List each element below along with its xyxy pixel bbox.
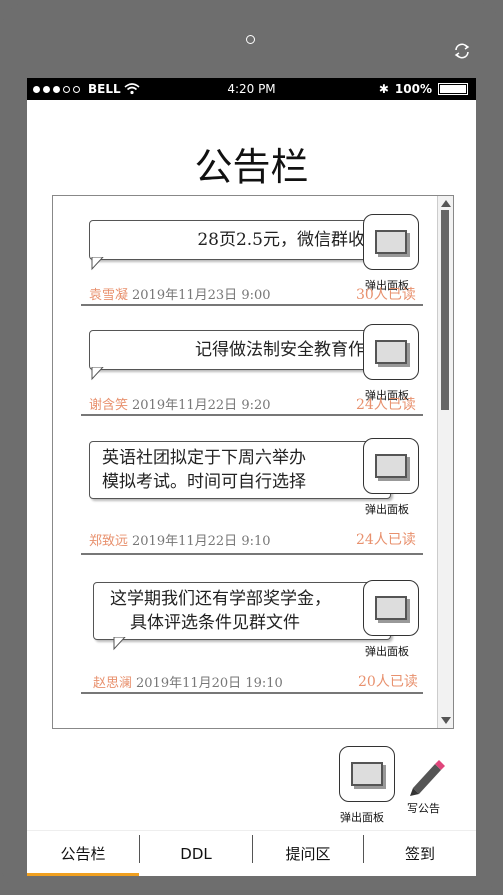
notice-meta: 袁雪凝 2019年11月23日 9:00	[89, 284, 271, 303]
divider	[81, 414, 423, 416]
notice-datetime: 2019年11月23日 9:00	[132, 288, 271, 303]
notice-list[interactable]: 28页2.5元，微信群收款 弹出面板 袁雪凝 2019年11月23日 9:00 3…	[52, 195, 454, 729]
notice-meta: 郑致远 2019年11月22日 9:10	[89, 530, 271, 549]
phone-frame: BELL 4:20 PM ✱ 100% 公告栏 28页2.5元，微信群收款 弹出…	[0, 0, 503, 895]
notice-bubble: 记得做法制安全教育作业	[89, 330, 391, 370]
author-name: 赵思澜	[93, 676, 133, 691]
bluetooth-icon: ✱	[378, 82, 389, 96]
popup-panel-button[interactable]	[363, 324, 419, 380]
tab-bar: 公告栏 DDL 提问区 签到	[27, 830, 476, 876]
battery-percent: 100%	[394, 82, 432, 96]
scrollbar[interactable]	[437, 196, 453, 728]
divider	[81, 553, 423, 555]
tab-questions[interactable]: 提问区	[253, 831, 363, 876]
panel-icon	[375, 454, 407, 478]
battery-icon	[438, 83, 468, 95]
bubble-tail	[113, 637, 126, 651]
page-title: 公告栏	[194, 145, 309, 189]
popup-panel-button[interactable]	[363, 438, 419, 494]
popup-panel-label: 弹出面板	[365, 645, 409, 658]
scroll-up-icon[interactable]	[441, 200, 451, 207]
bubble-tail	[91, 257, 104, 271]
read-count: 24人已读	[356, 532, 416, 548]
notice-datetime: 2019年11月20日 19:10	[136, 676, 283, 691]
scroll-down-icon[interactable]	[441, 717, 451, 724]
notice-text-line: 这学期我们还有学部奖学金，	[110, 589, 331, 609]
read-count: 30人已读	[356, 287, 416, 303]
panel-icon	[351, 762, 383, 786]
panel-icon	[375, 340, 407, 364]
notice-meta: 赵思澜 2019年11月20日 19:10	[93, 672, 283, 691]
notice-text: 记得做法制安全教育作业	[195, 340, 382, 360]
rotate-icon	[454, 43, 470, 59]
notice-datetime: 2019年11月22日 9:10	[132, 534, 271, 549]
author-name: 袁雪凝	[89, 288, 129, 303]
read-count: 20人已读	[358, 674, 418, 690]
divider	[81, 304, 423, 306]
panel-icon	[375, 596, 407, 620]
popup-panel-button[interactable]	[363, 580, 419, 636]
popup-panel-button[interactable]	[363, 214, 419, 270]
bubble-tail	[91, 367, 104, 381]
divider	[81, 692, 423, 694]
read-count: 24人已读	[356, 397, 416, 413]
tab-notice-board[interactable]: 公告栏	[27, 831, 139, 876]
notice-text-line: 具体评选条件见群文件	[130, 613, 300, 633]
pen-icon[interactable]	[405, 752, 449, 796]
author-name: 谢含笑	[89, 398, 129, 413]
popup-panel-label: 弹出面板	[365, 503, 409, 516]
notice-bubble: 英语社团拟定于下周六举办 模拟考试。时间可自行选择	[89, 441, 391, 499]
notice-datetime: 2019年11月22日 9:20	[132, 398, 271, 413]
notice-text: 28页2.5元，微信群收款	[197, 230, 382, 250]
scroll-thumb[interactable]	[441, 210, 449, 410]
tab-ddl[interactable]: DDL	[140, 831, 252, 876]
app-screen: 公告栏 28页2.5元，微信群收款 弹出面板 袁雪凝 2019年11月23日 9:…	[27, 100, 476, 876]
camera-icon	[246, 35, 255, 44]
notice-text-line: 模拟考试。时间可自行选择	[102, 472, 306, 492]
tab-check-in[interactable]: 签到	[364, 831, 476, 876]
notice-meta: 谢含笑 2019年11月22日 9:20	[89, 394, 271, 413]
write-notice-label[interactable]: 写公告	[407, 800, 440, 816]
notice-bubble: 这学期我们还有学部奖学金， 具体评选条件见群文件	[93, 582, 391, 640]
status-bar: BELL 4:20 PM ✱ 100%	[27, 78, 476, 100]
popup-panel-label: 弹出面板	[340, 811, 384, 824]
author-name: 郑致远	[89, 534, 129, 549]
notice-text-line: 英语社团拟定于下周六举办	[102, 448, 306, 468]
panel-icon	[375, 230, 407, 254]
popup-panel-button[interactable]	[339, 746, 395, 802]
notice-bubble: 28页2.5元，微信群收款	[89, 220, 391, 260]
